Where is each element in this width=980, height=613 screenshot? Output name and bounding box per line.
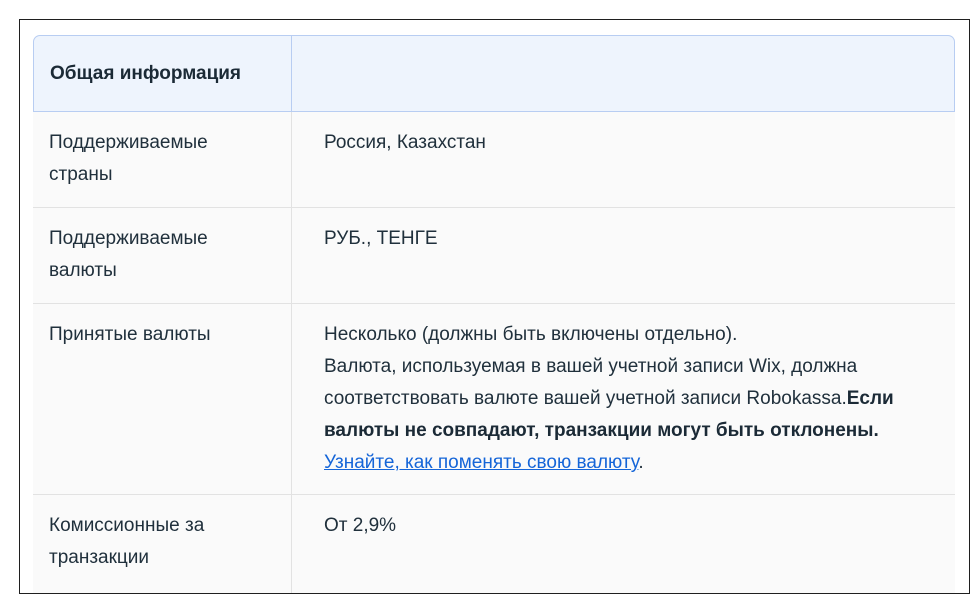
accepted-currencies-text: Несколько (должны быть включены отдельно… — [324, 324, 738, 345]
table-header-empty — [292, 35, 955, 112]
row-value: Несколько (должны быть включены отдельно… — [292, 304, 955, 495]
table-row-transaction-fees: Комиссионные за транзакции От 2,9% — [33, 495, 955, 593]
row-value: От 2,9% — [292, 495, 955, 593]
row-value: Россия, Казахстан — [292, 112, 955, 208]
row-label: Принятые валюты — [33, 304, 292, 495]
row-label: Комиссионные за транзакции — [33, 495, 292, 593]
table-header-title: Общая информация — [33, 35, 292, 112]
row-label: Поддерживаемые валюты — [33, 208, 292, 304]
table-row-accepted-currencies: Принятые валюты Несколько (должны быть в… — [33, 304, 955, 495]
table-row-supported-countries: Поддерживаемые страны Россия, Казахстан — [33, 112, 955, 208]
row-label: Поддерживаемые страны — [33, 112, 292, 208]
table-row-supported-currencies: Поддерживаемые валюты РУБ., ТЕНГЕ — [33, 208, 955, 304]
change-currency-link[interactable]: Узнайте, как поменять свою валюту — [324, 452, 638, 473]
row-value: РУБ., ТЕНГЕ — [292, 208, 955, 304]
trailing-period: . — [638, 452, 644, 473]
table-header-row: Общая информация — [33, 35, 955, 112]
screenshot-frame: Общая информация Поддерживаемые страны Р… — [19, 19, 970, 594]
payment-info-table: Общая информация Поддерживаемые страны Р… — [33, 35, 955, 593]
currency-match-text: Валюта, используемая в вашей учетной зап… — [324, 356, 858, 409]
